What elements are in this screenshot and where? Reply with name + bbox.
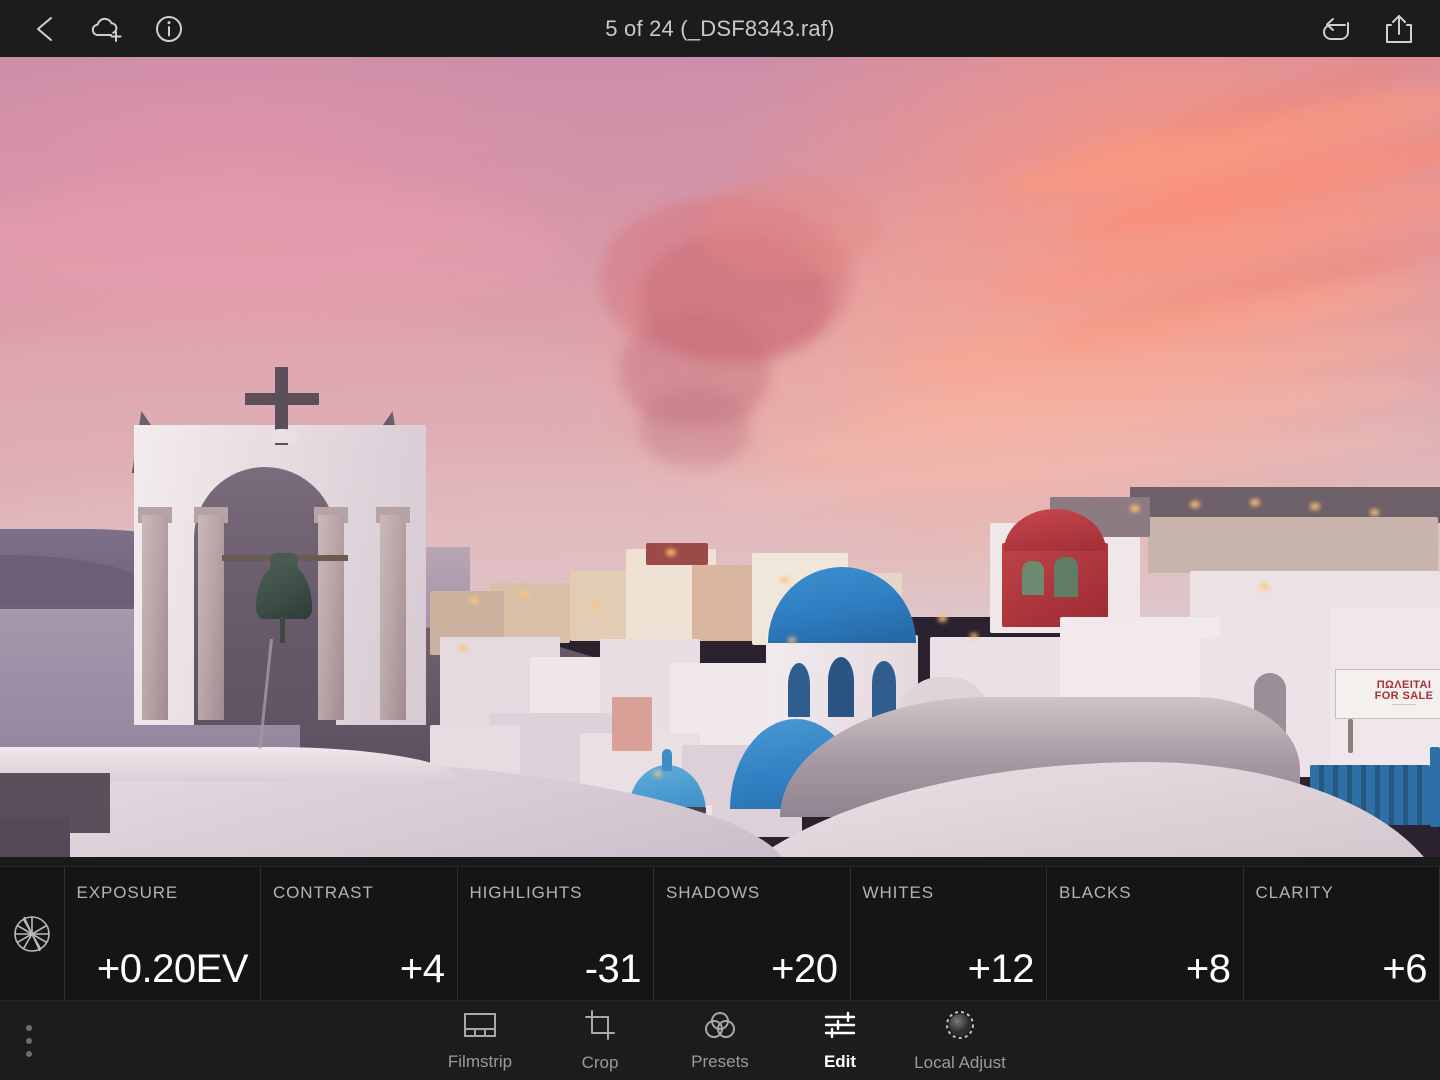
tab-filmstrip[interactable]: Filmstrip <box>420 1001 540 1080</box>
window-light <box>590 603 599 610</box>
cloud-upload-icon <box>91 17 122 42</box>
tab-edit[interactable]: Edit <box>780 1001 900 1080</box>
church-window <box>828 657 854 717</box>
undo-icon <box>1323 17 1349 40</box>
church-window <box>872 661 896 717</box>
bell-clapper <box>280 617 285 643</box>
sign-subtext: ————— <box>1391 701 1417 708</box>
window-light <box>970 633 978 639</box>
tab-label: Local Adjust <box>914 1053 1006 1072</box>
window-light <box>1310 503 1320 510</box>
window-light <box>788 637 796 643</box>
top-bar-left-actions <box>0 0 200 57</box>
tab-label: Edit <box>823 1052 857 1071</box>
terrace-building <box>1148 517 1438 573</box>
tab-label: Presets <box>691 1052 749 1071</box>
tab-label: Crop <box>581 1053 619 1072</box>
filmstrip-icon <box>462 1010 498 1045</box>
cross-horizontal <box>245 393 319 405</box>
adjustment-cell-shadows[interactable]: SHADOWS +20 <box>654 867 851 1000</box>
bottom-bar: Filmstrip Crop Presets Edit Local Adjust <box>0 1000 1440 1080</box>
red-building-window <box>1054 557 1078 597</box>
adjustment-cell-whites[interactable]: WHITES +12 <box>851 867 1047 1000</box>
adjustment-label: CONTRAST <box>273 883 374 902</box>
adjustment-value: +20 <box>771 947 838 991</box>
adjustment-cell-clarity[interactable]: CLARITY +6 <box>1244 867 1440 1000</box>
tower-column <box>198 515 224 720</box>
adjustment-panel: EXPOSURE +0.20EV CONTRAST +4 HIGHLIGHTS -31 SH… <box>0 866 1440 1000</box>
adjustment-cell-contrast[interactable]: CONTRAST +4 <box>261 867 458 1000</box>
tab-bar: Filmstrip Crop Presets Edit Local Adjust <box>0 1001 1440 1080</box>
tab-presets[interactable]: Presets <box>660 1001 780 1080</box>
adjustment-value: +8 <box>1185 947 1231 991</box>
cloud-cluster <box>640 387 750 467</box>
window-light <box>1250 499 1260 506</box>
building-roof <box>646 543 708 565</box>
sign-post <box>1348 719 1353 753</box>
window-light <box>780 577 789 583</box>
dome-finial <box>662 749 672 771</box>
tab-label: Filmstrip <box>447 1052 513 1071</box>
aperture-icon <box>13 915 50 952</box>
adjustment-value: -31 <box>584 947 642 991</box>
adjustment-label: HIGHLIGHTS <box>469 883 583 902</box>
window-light <box>1370 509 1379 516</box>
window-light <box>1260 583 1269 590</box>
adjustment-cell-blacks[interactable]: BLACKS +8 <box>1047 867 1244 1000</box>
photo-canvas[interactable]: ΠΩΛΕΙΤΑΙ FOR SALE ————— <box>0 57 1440 857</box>
adjustment-value: +12 <box>967 947 1035 991</box>
tower-column <box>142 515 168 720</box>
adjustment-cells: EXPOSURE +0.20EV CONTRAST +4 HIGHLIGHTS -31 SH… <box>65 867 1440 1000</box>
window-light <box>458 645 467 652</box>
tab-local-adjust[interactable]: Local Adjust <box>900 1001 1020 1080</box>
cloud-cluster <box>700 177 880 277</box>
adjustment-label: CLARITY <box>1255 883 1334 902</box>
share-button[interactable] <box>1368 0 1430 57</box>
adjustment-cell-exposure[interactable]: EXPOSURE +0.20EV <box>65 867 261 1000</box>
undo-button[interactable] <box>1306 0 1368 57</box>
adjustment-label: SHADOWS <box>666 883 761 902</box>
window-light <box>666 549 676 556</box>
photo-editor-app: 5 of 24 (_DSF8343.raf) ΠΩΛΕΙΤΑΙ FOR SALE… <box>0 0 1440 1080</box>
adjustment-label: WHITES <box>862 883 935 902</box>
adjustment-label: EXPOSURE <box>76 883 179 902</box>
red-building-window <box>1022 561 1044 595</box>
add-to-cloud-button[interactable] <box>76 0 138 57</box>
adjustment-label: BLACKS <box>1059 883 1132 902</box>
adjustment-value: +6 <box>1382 947 1427 991</box>
chevron-left-icon <box>37 16 52 41</box>
info-button[interactable] <box>138 0 200 57</box>
page-title: 5 of 24 (_DSF8343.raf) <box>605 15 835 41</box>
terrace-step <box>0 817 70 857</box>
back-button[interactable] <box>14 0 76 57</box>
window-light <box>470 597 479 604</box>
window-light <box>938 615 947 622</box>
window-light <box>1130 505 1140 512</box>
adjustment-value: +0.20EV <box>96 947 249 991</box>
building-pink <box>612 697 652 751</box>
share-icon <box>1386 14 1412 43</box>
tower-column <box>380 515 406 720</box>
for-sale-sign: ΠΩΛΕΙΤΑΙ FOR SALE ————— <box>1335 669 1440 719</box>
adjustment-value: +4 <box>399 947 445 991</box>
window-light <box>654 771 662 777</box>
church-window <box>788 663 810 717</box>
bell-tower <box>110 367 450 787</box>
top-bar-right-actions <box>1306 0 1430 57</box>
tower-column <box>318 515 344 720</box>
crop-icon <box>584 1009 616 1046</box>
adjustment-cell-highlights[interactable]: HIGHLIGHTS -31 <box>458 867 654 1000</box>
window-light <box>1190 501 1200 508</box>
sliders-icon <box>823 1010 857 1045</box>
top-bar: 5 of 24 (_DSF8343.raf) <box>0 0 1440 57</box>
fence-post <box>1430 747 1440 827</box>
tab-crop[interactable]: Crop <box>540 1001 660 1080</box>
window-light <box>520 591 530 598</box>
presets-icon <box>702 1010 738 1045</box>
info-icon <box>156 15 182 42</box>
local-adjust-icon <box>944 1009 976 1046</box>
aperture-button[interactable] <box>0 867 65 1000</box>
